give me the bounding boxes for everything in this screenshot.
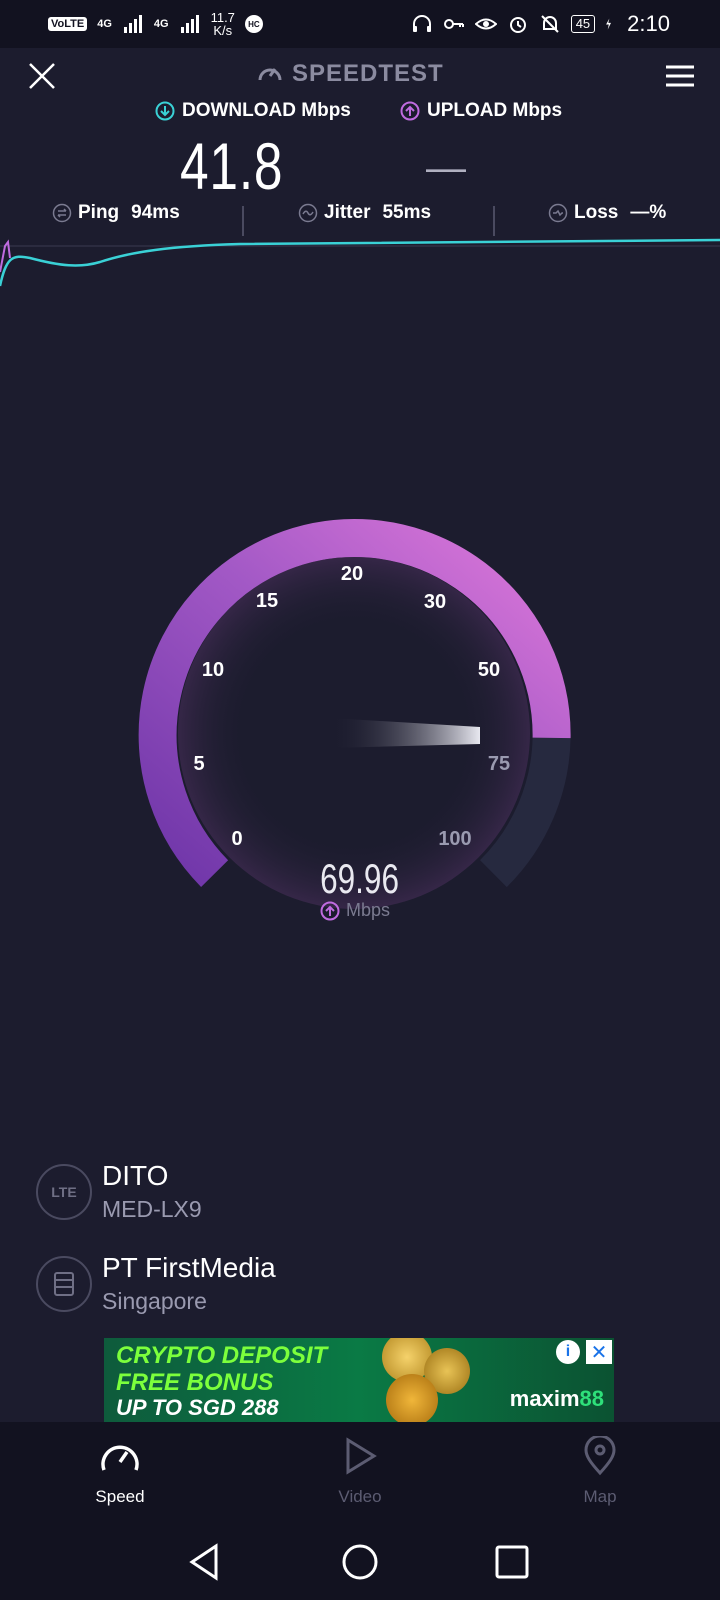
ad-info-icon[interactable]: i [556, 1340, 580, 1364]
gauge-value: 69.96 [320, 855, 400, 902]
hc-badge: HC [244, 15, 263, 33]
upload-arrow-icon [400, 101, 420, 121]
tab-speed-label: Speed [95, 1487, 145, 1506]
upload-label-text: UPLOAD Mbps [427, 100, 563, 121]
tab-map[interactable]: Map [530, 1434, 670, 1507]
ad-close-icon[interactable]: ✕ [586, 1340, 612, 1364]
upload-value: — [426, 146, 466, 190]
gauge-tick: 5 [193, 753, 204, 775]
download-value: 41.8 [180, 129, 284, 203]
ping-label: Ping [78, 202, 120, 223]
jitter-value: 55ms [382, 202, 432, 223]
gauge-unit: Mbps [320, 900, 390, 921]
app-title: SPEEDTEST [256, 60, 444, 88]
speed-history-graph [0, 238, 720, 287]
gauge-unit-text: Mbps [346, 900, 391, 920]
ad-brand: maxim88 [510, 1386, 604, 1412]
battery-level: 45 [570, 15, 596, 33]
ad-line-3: UP TO SGD 288 [116, 1395, 279, 1420]
volte-badge: VoLTE [48, 17, 88, 31]
download-arrow-icon [155, 101, 175, 121]
ad-line-1: CRYPTO DEPOSIT [116, 1342, 328, 1369]
hamburger-menu-icon[interactable] [664, 64, 696, 88]
key-icon [443, 19, 464, 29]
recents-icon[interactable] [490, 1540, 534, 1584]
gauge-tick: 100 [438, 828, 471, 850]
gauge-tick: 15 [256, 590, 278, 612]
charging-icon [606, 18, 612, 30]
ping-stat: Ping 94ms [52, 202, 180, 224]
system-nav-bar [0, 1522, 720, 1600]
server-location: Singapore [102, 1288, 207, 1314]
lte-icon: LTE [36, 1163, 92, 1220]
upload-arrow-icon [320, 901, 340, 920]
loss-icon [548, 203, 568, 223]
tab-video-label: Video [338, 1487, 382, 1506]
tab-map-label: Map [583, 1487, 617, 1506]
device-model: MED-LX9 [102, 1196, 202, 1222]
jitter-icon [298, 203, 318, 223]
close-icon[interactable] [26, 60, 58, 92]
headphones-icon [412, 15, 431, 32]
app-header: SPEEDTEST [0, 48, 720, 104]
speedometer-icon [101, 1445, 139, 1471]
ping-icon [52, 203, 72, 223]
upload-label: UPLOAD Mbps [400, 100, 562, 122]
gauge-tick: 10 [202, 659, 224, 681]
carrier-info[interactable]: LTE DITO MED-LX9 [36, 1160, 202, 1223]
server-icon [36, 1255, 92, 1312]
metric-labels: DOWNLOAD Mbps UPLOAD Mbps [0, 100, 720, 130]
gauge-tick: 75 [488, 753, 510, 775]
ping-value: 94ms [131, 202, 180, 223]
gauge-tick: 50 [478, 659, 500, 681]
tab-video[interactable]: Video [290, 1436, 430, 1507]
loss-label: Loss [574, 202, 619, 223]
mute-bell-icon [540, 15, 559, 33]
provider-name: PT FirstMedia [102, 1252, 276, 1283]
status-bar-left: VoLTE 4G 4G 11.7 K/s HC [48, 11, 263, 37]
back-icon[interactable] [184, 1540, 228, 1584]
carrier-name: DITO [102, 1160, 169, 1191]
network-type-2: 4G [153, 17, 169, 30]
gauge-tick: 20 [341, 563, 363, 585]
lte-icon-text: LTE [51, 1183, 77, 1200]
loss-value: —% [630, 202, 667, 223]
download-label-text: DOWNLOAD Mbps [182, 100, 351, 121]
app-title-text: SPEEDTEST [292, 60, 444, 87]
ad-banner[interactable]: CRYPTO DEPOSIT FREE BONUS UP TO SGD 288 … [104, 1338, 614, 1422]
bitcoin-icon [386, 1374, 438, 1422]
map-pin-icon [584, 1434, 616, 1476]
ad-line-2: FREE BONUS [116, 1369, 274, 1396]
server-rack-icon [54, 1271, 74, 1296]
net-speed: 11.7 K/s [211, 11, 235, 37]
ad-brand-suffix: 88 [579, 1386, 604, 1411]
server-text: PT FirstMedia Singapore [102, 1252, 276, 1315]
ad-brand-name: maxim [509, 1386, 580, 1411]
status-bar: VoLTE 4G 4G 11.7 K/s HC 45 2:10 [0, 0, 720, 48]
play-icon [346, 1437, 377, 1475]
signal-icon-2 [180, 15, 199, 33]
server-info[interactable]: PT FirstMedia Singapore [36, 1252, 276, 1315]
net-speed-unit: K/s [213, 23, 233, 38]
signal-icon [123, 15, 142, 33]
eye-icon [474, 18, 497, 30]
home-icon[interactable] [338, 1540, 382, 1584]
jitter-label: Jitter [324, 202, 371, 223]
speedometer-icon [258, 68, 282, 81]
carrier-text: DITO MED-LX9 [102, 1160, 202, 1223]
jitter-stat: Jitter 55ms [298, 202, 431, 224]
gauge-readout: 69.96 [0, 855, 720, 903]
download-line [0, 238, 720, 287]
bottom-tab-bar: Speed Video Map [0, 1422, 720, 1522]
tab-speed[interactable]: Speed [50, 1436, 190, 1507]
clock: 2:10 [627, 11, 670, 36]
network-type-1: 4G [97, 17, 112, 30]
loss-stat: Loss —% [548, 202, 666, 224]
alarm-icon [509, 17, 526, 33]
download-label: DOWNLOAD Mbps [155, 100, 351, 122]
gauge-tick: 30 [424, 591, 446, 613]
gauge-tick: 0 [231, 828, 242, 850]
status-bar-right: 45 2:10 [411, 11, 670, 37]
